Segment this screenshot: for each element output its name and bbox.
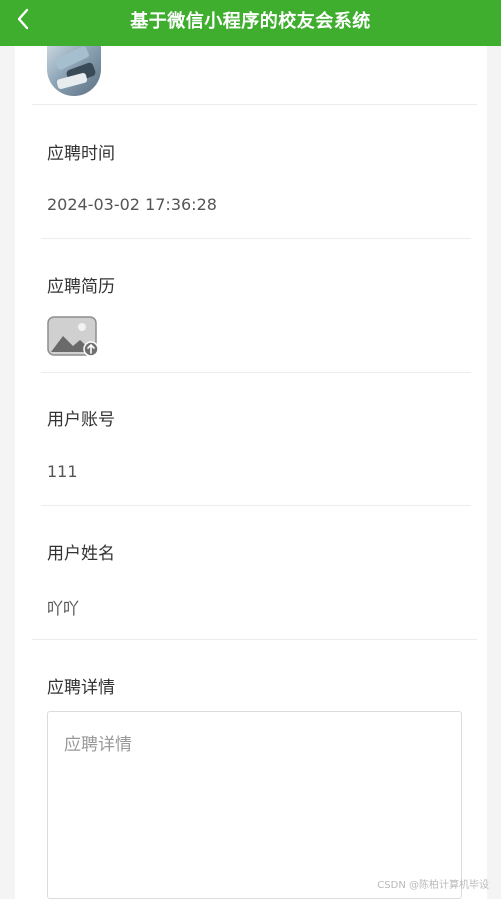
user-account-label: 用户账号 xyxy=(47,410,115,430)
apply-time-label: 应聘时间 xyxy=(47,144,115,164)
divider xyxy=(41,238,471,239)
divider xyxy=(32,639,477,640)
user-account-value: 111 xyxy=(47,462,78,481)
apply-details-label: 应聘详情 xyxy=(47,678,115,698)
nav-bar: 基于微信小程序的校友会系统 xyxy=(0,0,501,46)
detail-card: 应聘时间 2024-03-02 17:36:28 应聘简历 用户账号 111 用… xyxy=(15,46,487,899)
page-title: 基于微信小程序的校友会系统 xyxy=(130,11,371,32)
apply-details-field[interactable] xyxy=(47,711,462,899)
back-button[interactable] xyxy=(8,4,38,34)
apply-time-value: 2024-03-02 17:36:28 xyxy=(47,195,217,214)
image-upload-icon[interactable] xyxy=(47,316,99,358)
divider xyxy=(41,505,471,506)
user-name-label: 用户姓名 xyxy=(47,544,115,564)
chevron-left-icon xyxy=(17,8,29,30)
divider xyxy=(41,372,471,373)
watermark: CSDN @陈柏计算机毕设 xyxy=(377,880,489,891)
user-name-value: 吖吖 xyxy=(47,599,80,618)
divider xyxy=(32,104,477,105)
avatar[interactable] xyxy=(47,46,101,96)
resume-label: 应聘简历 xyxy=(47,277,115,297)
